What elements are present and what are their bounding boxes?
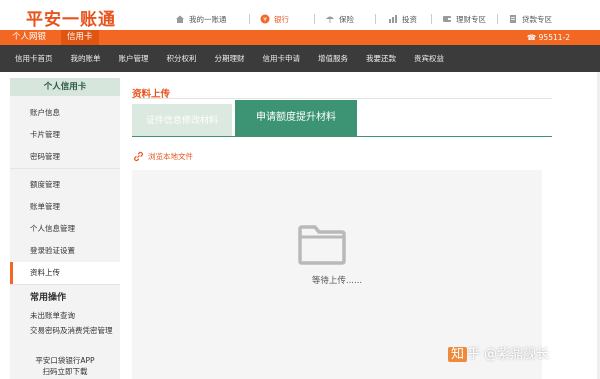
bank-icon: ¥ <box>260 14 270 24</box>
sidebar-item-password[interactable]: 密码管理 <box>10 146 120 168</box>
menu-item-account[interactable]: 账户管理 <box>110 45 158 72</box>
sidebar-item-login-verify[interactable]: 登录验证设置 <box>10 240 120 262</box>
brand-logo[interactable]: 平安一账通 <box>26 5 116 30</box>
topnav-label: 投资 <box>402 14 417 24</box>
menu-item-services[interactable]: 增值服务 <box>309 45 357 72</box>
wallet-icon <box>442 14 452 24</box>
topnav-label: 贷款专区 <box>522 14 552 24</box>
sidebar-item-upload[interactable]: 资料上传 <box>10 262 120 284</box>
sidebar-item-personal-info[interactable]: 个人信息管理 <box>10 218 120 240</box>
umbrella-icon <box>325 14 335 24</box>
watermark-text: 乎 @紫鼎舰长 <box>467 347 550 362</box>
tab-underline <box>132 136 552 137</box>
hotline-number: 95511-2 <box>538 33 570 42</box>
home-icon <box>175 14 185 24</box>
app-name: 平安口袋银行APP <box>35 356 95 365</box>
sidebar-item-limit[interactable]: 额度管理 <box>10 174 120 196</box>
link-unbilled-query[interactable]: 未出账单查询 <box>10 308 120 323</box>
link-trade-password[interactable]: 交易密码及消费凭密管理 <box>10 323 120 338</box>
sidebar-item-bills[interactable]: 账单管理 <box>10 196 120 218</box>
menu-item-home[interactable]: 信用卡首页 <box>6 45 62 72</box>
menu-item-vip[interactable]: 贵宾权益 <box>405 45 453 72</box>
zhihu-logo: 知 <box>448 347 468 362</box>
common-actions-title: 常用操作 <box>30 293 67 303</box>
tab-credit-card[interactable]: 信用卡 <box>61 30 99 45</box>
app-download[interactable]: 平安口袋银行APP 扫码立即下载 <box>10 355 120 379</box>
tab-personal-banking[interactable]: 个人网银 <box>6 30 52 45</box>
link-icon <box>133 151 144 162</box>
tab-id-change-materials[interactable]: 证件信息修改材料 <box>132 104 232 136</box>
channel-bar: 个人网银 信用卡 ☎ 95511-2 <box>0 30 600 45</box>
topnav-insurance[interactable]: 保险 <box>315 12 375 26</box>
top-nav: 我的一账通 ¥ 银行 保险 投资 理财专区 贷款专区 <box>175 12 600 26</box>
topnav-label: 理财专区 <box>456 14 486 24</box>
sidebar: 个人信用卡 账户信息 卡片管理 密码管理 额度管理 账单管理 个人信息管理 登录… <box>10 78 120 379</box>
hotline: ☎ 95511-2 <box>527 30 570 45</box>
phone-icon: ☎ <box>526 33 539 42</box>
svg-text:¥: ¥ <box>263 17 267 24</box>
main-menu: 信用卡首页 我的账单 账户管理 积分权利 分期理财 信用卡申请 增值服务 我要还… <box>0 45 600 72</box>
top-header: 平安一账通 我的一账通 ¥ 银行 保险 投资 理财专区 贷款专区 <box>0 0 600 30</box>
menu-item-installment[interactable]: 分期理财 <box>206 45 254 72</box>
upload-status-text: 等待上传...... <box>311 276 363 286</box>
topnav-invest[interactable]: 投资 <box>376 12 431 26</box>
document-icon <box>508 14 518 24</box>
topnav-home[interactable]: 我的一账通 <box>175 12 249 26</box>
browse-local-files-link[interactable]: 浏览本地文件 <box>133 151 193 162</box>
divider <box>132 98 552 99</box>
tab-limit-increase-materials[interactable]: 申请额度提升材料 <box>235 100 357 136</box>
folder-icon <box>297 224 347 266</box>
topnav-bank[interactable]: ¥ 银行 <box>250 12 314 26</box>
topnav-loan[interactable]: 贷款专区 <box>498 12 568 26</box>
menu-item-apply[interactable]: 信用卡申请 <box>254 45 310 72</box>
menu-item-bill[interactable]: 我的账单 <box>62 45 110 72</box>
menu-item-repay[interactable]: 我要还款 <box>357 45 405 72</box>
topnav-label: 银行 <box>274 14 289 24</box>
topnav-label: 我的一账通 <box>189 14 227 24</box>
menu-item-points[interactable]: 积分权利 <box>158 45 206 72</box>
sidebar-header: 个人信用卡 <box>10 78 120 96</box>
browse-label: 浏览本地文件 <box>148 152 193 161</box>
sidebar-item-card-manage[interactable]: 卡片管理 <box>10 124 120 146</box>
watermark: 知乎 @紫鼎舰长 <box>448 343 549 362</box>
topnav-label: 保险 <box>339 14 354 24</box>
app-download-text: 扫码立即下载 <box>42 367 88 376</box>
topnav-wealth[interactable]: 理财专区 <box>432 12 497 26</box>
sidebar-item-account-info[interactable]: 账户信息 <box>10 102 120 124</box>
chart-icon <box>388 14 398 24</box>
